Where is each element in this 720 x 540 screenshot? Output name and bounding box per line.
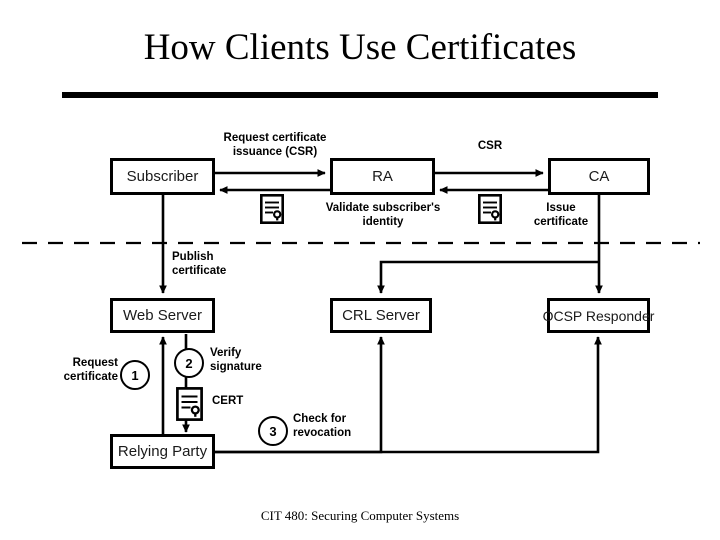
- label-check-for-revocation: Check for revocation: [293, 413, 351, 440]
- label-check-line2: revocation: [293, 426, 352, 439]
- node-crl-server-label: CRL Server: [342, 307, 420, 324]
- node-web-server[interactable]: Web Server: [110, 298, 215, 333]
- step-2-number: 2: [185, 355, 193, 371]
- certificate-icon-csr: [260, 194, 284, 224]
- label-request-csr-line2: issuance (CSR): [232, 145, 318, 158]
- title-divider: [62, 92, 658, 98]
- label-issue-line1: Issue: [546, 202, 576, 214]
- slide-canvas: How Clients Use Certificates Subscriber …: [0, 0, 720, 540]
- label-validate-subscriber-identity: Validate subscriber's identity: [322, 202, 444, 229]
- node-crl-server[interactable]: CRL Server: [330, 298, 432, 333]
- label-publish-line2: certificate: [172, 264, 227, 277]
- label-cert-tag: CERT: [212, 395, 244, 407]
- label-request-cert-line1: Request: [72, 357, 118, 369]
- step-circle-1: 1: [120, 360, 150, 390]
- label-verify-signature: Verify signature: [210, 347, 262, 374]
- node-web-server-label: Web Server: [123, 307, 202, 324]
- label-csr: CSR: [477, 140, 503, 152]
- label-issue-certificate: Issue certificate: [524, 202, 598, 229]
- node-ca-label: CA: [588, 168, 610, 185]
- label-request-csr-line1: Request certificate: [223, 132, 327, 144]
- node-subscriber-label: Subscriber: [126, 168, 199, 185]
- certificate-flow-diagram: Subscriber RA CA Web Server CRL Server O…: [0, 110, 720, 490]
- label-publish-certificate: Publish certificate: [172, 251, 226, 278]
- certificate-icon-cert: [176, 387, 203, 421]
- node-ocsp-responder-label: OCSP Responder: [542, 307, 655, 324]
- node-ca[interactable]: CA: [548, 158, 650, 195]
- certificate-icon-issued: [478, 194, 502, 224]
- label-check-line1: Check for: [293, 413, 347, 425]
- step-3-number: 3: [269, 423, 277, 439]
- label-request-certificate-issuance: Request certificate issuance (CSR): [210, 132, 340, 159]
- step-circle-3: 3: [258, 416, 288, 446]
- node-ra-label: RA: [372, 168, 393, 185]
- label-validate-line1: Validate subscriber's: [325, 202, 441, 214]
- node-relying-party[interactable]: Relying Party: [110, 434, 215, 469]
- label-request-cert-line2: certificate: [63, 370, 118, 383]
- step-1-number: 1: [131, 367, 139, 383]
- label-verify-line1: Verify: [210, 347, 242, 359]
- arrow-ca-to-crl: [377, 260, 599, 294]
- step-circle-2: 2: [174, 348, 204, 378]
- node-relying-party-label: Relying Party: [117, 443, 208, 460]
- label-verify-line2: signature: [210, 360, 262, 373]
- label-request-certificate: Request certificate: [36, 357, 118, 384]
- slide-footer: CIT 480: Securing Computer Systems: [260, 508, 460, 523]
- node-subscriber[interactable]: Subscriber: [110, 158, 215, 195]
- node-ocsp-responder[interactable]: OCSP Responder: [543, 298, 654, 333]
- label-issue-line2: certificate: [533, 215, 589, 228]
- label-validate-line2: identity: [362, 215, 404, 228]
- node-ra[interactable]: RA: [330, 158, 435, 195]
- label-publish-line1: Publish: [172, 251, 214, 263]
- page-title: How Clients Use Certificates: [143, 27, 577, 68]
